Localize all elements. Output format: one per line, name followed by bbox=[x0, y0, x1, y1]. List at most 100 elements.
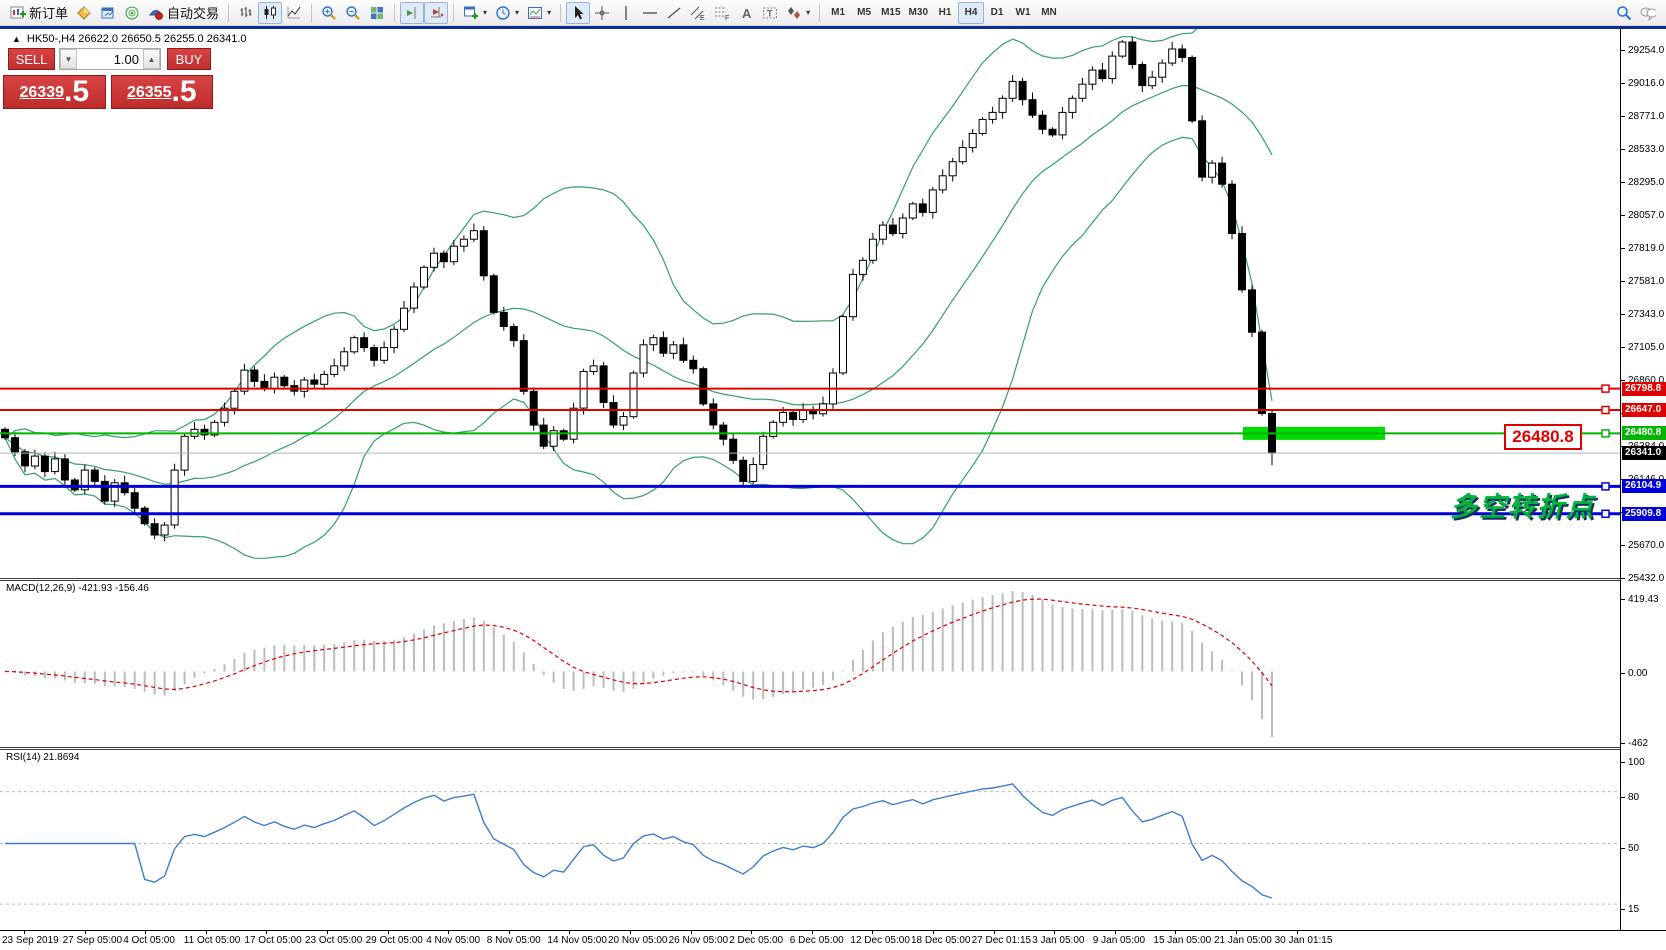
line-end-marker[interactable] bbox=[1602, 385, 1609, 392]
annotation-text[interactable]: 多空转折点 bbox=[1450, 485, 1595, 524]
bar-chart-button[interactable] bbox=[234, 2, 258, 24]
buy-button[interactable]: BUY bbox=[167, 48, 211, 70]
macd-histogram-bar bbox=[164, 672, 166, 696]
auto-scroll-button[interactable] bbox=[424, 2, 448, 24]
timeframe-mn-button[interactable]: MN bbox=[1036, 2, 1062, 24]
chevron-down-icon[interactable]: ▾ bbox=[547, 8, 551, 17]
candle-body bbox=[740, 460, 747, 481]
date-label: 18 Dec 05:00 bbox=[911, 935, 971, 946]
chevron-down-icon[interactable]: ▾ bbox=[483, 8, 487, 17]
macd-histogram-bar bbox=[313, 645, 315, 671]
sell-price-box[interactable]: 26339.5 bbox=[3, 75, 106, 109]
vertical-line-button[interactable] bbox=[614, 2, 638, 24]
rsi-pane-canvas[interactable] bbox=[0, 750, 1620, 930]
chart-shift-button[interactable] bbox=[400, 2, 424, 24]
horizontal-line-button[interactable] bbox=[638, 2, 662, 24]
line-end-marker[interactable] bbox=[1602, 407, 1609, 414]
price-tick-label: 27819.0 bbox=[1628, 243, 1664, 254]
equidistant-channel-button[interactable]: E bbox=[686, 2, 710, 24]
rsi-tick-mark bbox=[1621, 797, 1625, 798]
date-label: 23 Oct 05:00 bbox=[305, 935, 362, 946]
timeframe-m1-button[interactable]: M1 bbox=[825, 2, 851, 24]
macd-histogram-bar bbox=[1261, 672, 1263, 720]
collapse-arrow-icon[interactable]: ▲ bbox=[12, 34, 21, 44]
tile-windows-icon bbox=[369, 5, 385, 21]
rsi-tick-label: 50 bbox=[1628, 843, 1639, 854]
candle-body bbox=[780, 412, 787, 422]
price-tick-mark bbox=[1621, 347, 1625, 348]
macd-histogram-bar bbox=[812, 672, 814, 688]
rsi-line bbox=[5, 784, 1272, 898]
zoom-out-button[interactable] bbox=[341, 2, 365, 24]
volume-input[interactable] bbox=[77, 49, 143, 69]
vline-icon bbox=[618, 5, 634, 21]
new-order-button[interactable]: 新订单 bbox=[6, 2, 72, 24]
candlestick-button[interactable] bbox=[258, 2, 282, 24]
search-icon bbox=[1616, 5, 1632, 21]
macd-histogram-bar bbox=[1181, 623, 1183, 671]
chat-icon bbox=[1640, 5, 1656, 21]
text-button[interactable]: A bbox=[734, 2, 758, 24]
sell-button[interactable]: SELL bbox=[8, 48, 55, 70]
date-label: 4 Nov 05:00 bbox=[426, 935, 480, 946]
date-tick-mark bbox=[994, 931, 995, 934]
cursor-button[interactable] bbox=[566, 2, 590, 24]
candle-body bbox=[1019, 81, 1026, 99]
macd-pane-canvas[interactable] bbox=[0, 581, 1620, 747]
date-tick-mark bbox=[691, 931, 692, 934]
volume-decrease-button[interactable]: ▼ bbox=[60, 49, 77, 69]
market-sonar-button[interactable] bbox=[120, 2, 144, 24]
chevron-down-icon[interactable]: ▾ bbox=[515, 8, 519, 17]
template-button[interactable]: ▾ bbox=[523, 2, 555, 24]
period-button[interactable]: ▾ bbox=[491, 2, 523, 24]
tile-windows-button[interactable] bbox=[365, 2, 389, 24]
zoom-in-button[interactable] bbox=[317, 2, 341, 24]
main-chart-canvas[interactable] bbox=[0, 29, 1620, 578]
candle-body bbox=[820, 404, 827, 414]
timeframe-h4-button[interactable]: H4 bbox=[958, 2, 984, 24]
candle-body bbox=[371, 348, 378, 361]
candle-body bbox=[660, 338, 667, 354]
candle-body bbox=[22, 452, 29, 466]
new-order-icon bbox=[10, 5, 26, 21]
macd-histogram-bar bbox=[1091, 609, 1093, 672]
crosshair-button[interactable] bbox=[590, 2, 614, 24]
candle-body bbox=[979, 119, 986, 133]
timeframe-w1-button[interactable]: W1 bbox=[1010, 2, 1036, 24]
line-chart-button[interactable] bbox=[282, 2, 306, 24]
new-chart-button[interactable]: ▾ bbox=[459, 2, 491, 24]
trendline-icon bbox=[666, 5, 682, 21]
arrows-button[interactable]: ▾ bbox=[782, 2, 814, 24]
text-label-button[interactable]: T bbox=[758, 2, 782, 24]
buy-price-box[interactable]: 26355.5 bbox=[111, 75, 214, 109]
timeframe-h1-button[interactable]: H1 bbox=[932, 2, 958, 24]
search-button[interactable] bbox=[1612, 2, 1636, 24]
trendline-button[interactable] bbox=[662, 2, 686, 24]
date-label: 27 Dec 01:15 bbox=[972, 935, 1032, 946]
price-callout[interactable]: 26480.8 bbox=[1504, 424, 1582, 450]
timeframe-m30-button[interactable]: M30 bbox=[905, 2, 932, 24]
timeframe-d1-button[interactable]: D1 bbox=[984, 2, 1010, 24]
macd-histogram-bar bbox=[583, 672, 585, 689]
macd-histogram-bar bbox=[253, 650, 255, 672]
chevron-down-icon[interactable]: ▾ bbox=[806, 8, 810, 17]
line-end-marker[interactable] bbox=[1602, 510, 1609, 517]
layouts-button[interactable] bbox=[72, 2, 96, 24]
charts-window-button[interactable] bbox=[96, 2, 120, 24]
macd-histogram-bar bbox=[782, 672, 784, 695]
date-tick-mark bbox=[1115, 931, 1116, 934]
macd-histogram-bar bbox=[174, 672, 176, 692]
fibonacci-button[interactable]: F bbox=[710, 2, 734, 24]
line-end-marker[interactable] bbox=[1602, 430, 1609, 437]
timeframe-m15-button[interactable]: M15 bbox=[877, 2, 904, 24]
timeframe-m5-button[interactable]: M5 bbox=[851, 2, 877, 24]
candle-body bbox=[171, 470, 178, 525]
auto-trading-button[interactable]: 自动交易 bbox=[144, 2, 223, 24]
volume-increase-button[interactable]: ▲ bbox=[143, 49, 160, 69]
line-end-marker[interactable] bbox=[1602, 483, 1609, 490]
macd-histogram-bar bbox=[243, 653, 245, 672]
candle-body bbox=[131, 493, 138, 509]
candle-body bbox=[41, 456, 48, 472]
chat-button[interactable] bbox=[1636, 2, 1660, 24]
macd-histogram-bar bbox=[204, 672, 206, 674]
